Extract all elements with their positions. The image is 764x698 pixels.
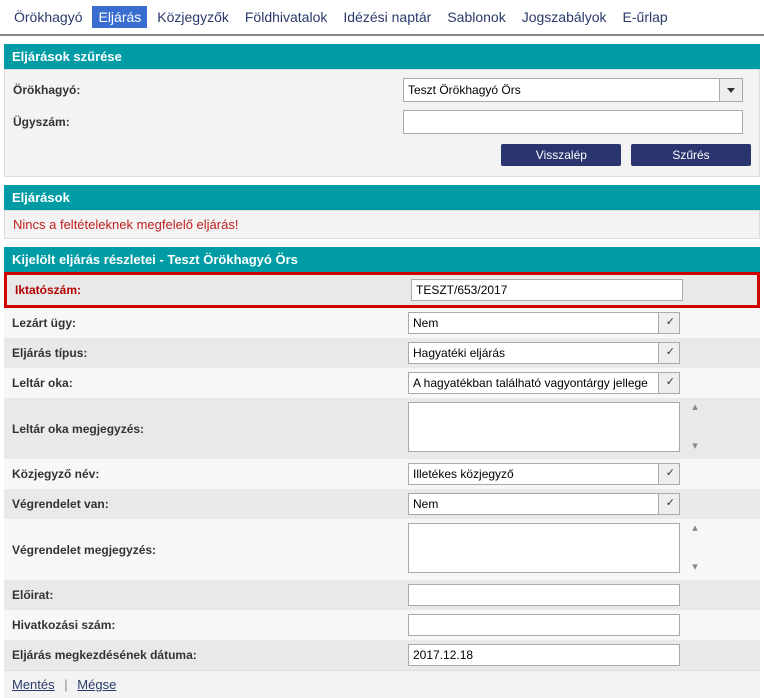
lezart-select-wrap: Nem <box>408 312 680 334</box>
leltar-megj-label: Leltár oka megjegyzés: <box>4 398 402 459</box>
chevron-up-icon: ▴ <box>692 402 698 413</box>
vegrendelet-megj-textarea[interactable] <box>408 523 680 573</box>
empty-message: Nincs a feltételeknek megfelelő eljárás! <box>4 210 760 239</box>
vegrendelet-select-wrap: Nem <box>408 493 680 515</box>
chevron-down-icon: ▾ <box>692 562 698 573</box>
nav-orokhagyo[interactable]: Örökhagyó <box>8 6 88 28</box>
detail-title: Kijelölt eljárás részletei - Teszt Örökh… <box>4 247 760 272</box>
row-tipus: Eljárás típus: Hagyatéki eljárás <box>4 338 760 368</box>
separator: | <box>64 677 67 692</box>
vegrendelet-label: Végrendelet van: <box>4 489 402 519</box>
hivatkozas-input[interactable] <box>408 614 680 636</box>
tipus-select-wrap: Hagyatéki eljárás <box>408 342 680 364</box>
chevron-up-icon: ▴ <box>692 523 698 534</box>
nav-kozjegyzok[interactable]: Közjegyzők <box>151 6 235 28</box>
list-section: Eljárások Nincs a feltételeknek megfelel… <box>4 185 760 239</box>
leltar-oka-label: Leltár oka: <box>4 368 402 398</box>
row-leltar-oka: Leltár oka: A hagyatékban található vagy… <box>4 368 760 398</box>
scroll-indicator: ▴▾ <box>686 523 704 573</box>
hivatkozas-label: Hivatkozási szám: <box>4 610 402 640</box>
nav-idezesi-naptar[interactable]: Idézési naptár <box>337 6 437 28</box>
datum-input[interactable] <box>408 644 680 666</box>
row-kozjegyzo: Közjegyző név: Illetékes közjegyző <box>4 459 760 489</box>
leltar-oka-select-wrap: A hagyatékban található vagyontárgy jell… <box>408 372 680 394</box>
lezart-label: Lezárt ügy: <box>4 308 402 338</box>
kozjegyzo-select[interactable]: Illetékes közjegyző <box>408 463 680 485</box>
leltar-oka-select[interactable]: A hagyatékban található vagyontárgy jell… <box>408 372 680 394</box>
eloirat-input[interactable] <box>408 584 680 606</box>
row-leltar-megj: Leltár oka megjegyzés: ▴▾ <box>4 398 760 459</box>
eloirat-label: Előirat: <box>4 580 402 610</box>
row-vegrendelet: Végrendelet van: Nem <box>4 489 760 519</box>
nav-eljaras[interactable]: Eljárás <box>92 6 147 28</box>
kozjegyzo-select-wrap: Illetékes közjegyző <box>408 463 680 485</box>
tipus-select[interactable]: Hagyatéki eljárás <box>408 342 680 364</box>
datum-label: Eljárás megkezdésének dátuma: <box>4 640 402 670</box>
row-hivatkozas: Hivatkozási szám: <box>4 610 760 640</box>
row-iktatoszam: Iktatószám: <box>4 272 760 308</box>
ugyszam-label: Ügyszám: <box>13 115 403 129</box>
tipus-label: Eljárás típus: <box>4 338 402 368</box>
lezart-select[interactable]: Nem <box>408 312 680 334</box>
filter-title: Eljárások szűrése <box>4 44 760 69</box>
nav-jogszabalyok[interactable]: Jogszabályok <box>516 6 613 28</box>
iktatoszam-input[interactable] <box>411 279 683 301</box>
orokhagyo-select[interactable]: Teszt Örökhagyó Örs <box>403 78 743 102</box>
chevron-down-icon: ▾ <box>692 441 698 452</box>
leltar-megj-textarea[interactable] <box>408 402 680 452</box>
row-datum: Eljárás megkezdésének dátuma: <box>4 640 760 670</box>
back-button[interactable]: Visszalép <box>501 144 621 166</box>
filter-button[interactable]: Szűrés <box>631 144 751 166</box>
filter-section: Eljárások szűrése Örökhagyó: Teszt Örökh… <box>4 44 760 177</box>
ugyszam-input[interactable] <box>403 110 743 134</box>
row-vegrendelet-megj: Végrendelet megjegyzés: ▴▾ <box>4 519 760 580</box>
iktatoszam-label: Iktatószám: <box>7 275 405 305</box>
vegrendelet-select[interactable]: Nem <box>408 493 680 515</box>
nav-foldhivatalok[interactable]: Földhivatalok <box>239 6 334 28</box>
save-link[interactable]: Mentés <box>12 677 55 692</box>
orokhagyo-select-wrap: Teszt Örökhagyó Örs <box>403 78 743 102</box>
row-lezart: Lezárt ügy: Nem <box>4 308 760 338</box>
detail-section: Kijelölt eljárás részletei - Teszt Örökh… <box>4 247 760 698</box>
vegrendelet-megj-label: Végrendelet megjegyzés: <box>4 519 402 580</box>
kozjegyzo-label: Közjegyző név: <box>4 459 402 489</box>
orokhagyo-label: Örökhagyó: <box>13 83 403 97</box>
nav-eurlap[interactable]: E-űrlap <box>617 6 674 28</box>
row-eloirat: Előirat: <box>4 580 760 610</box>
top-nav: Örökhagyó Eljárás Közjegyzők Földhivatal… <box>0 0 764 36</box>
list-title: Eljárások <box>4 185 760 210</box>
cancel-link[interactable]: Mégse <box>77 677 116 692</box>
scroll-indicator: ▴▾ <box>686 402 704 452</box>
nav-sablonok[interactable]: Sablonok <box>441 6 511 28</box>
